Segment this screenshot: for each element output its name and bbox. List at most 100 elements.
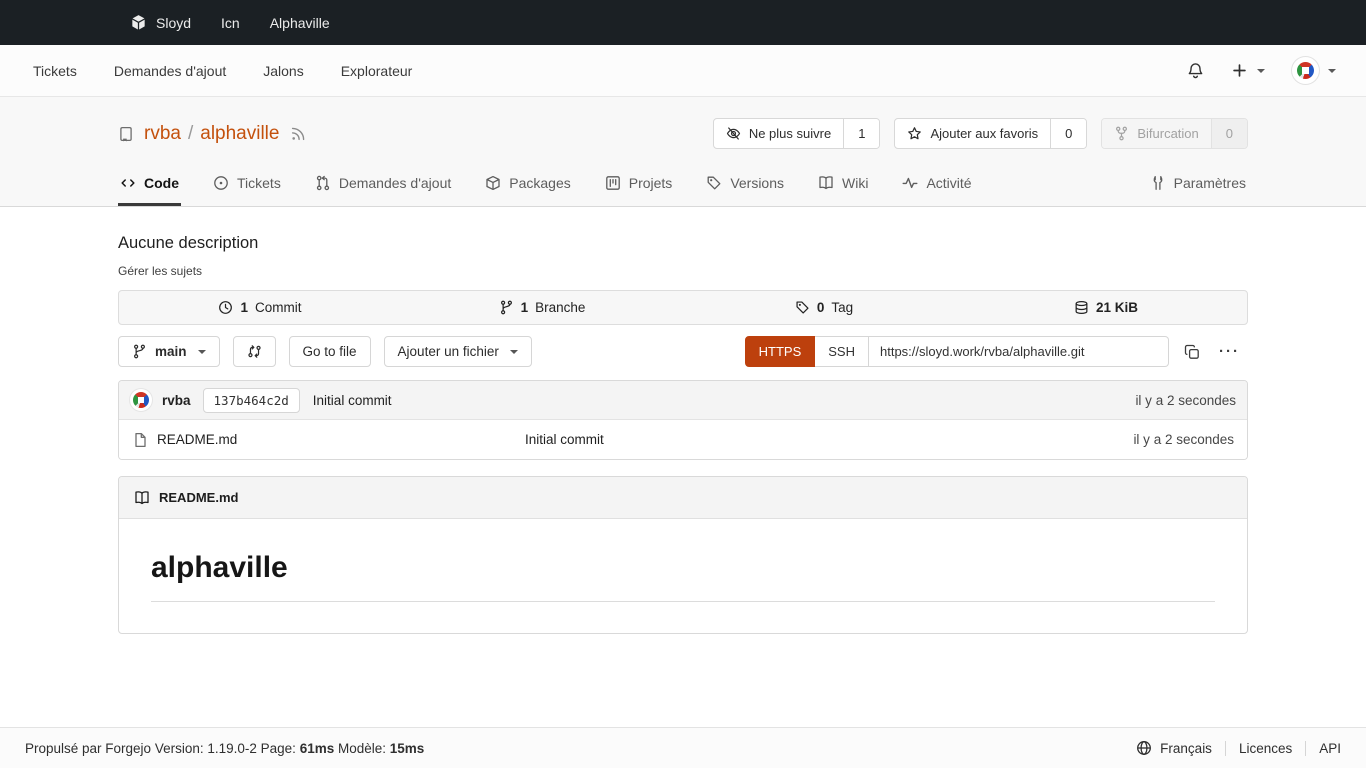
stat-branches[interactable]: 1 Branche xyxy=(401,300,683,315)
copy-url-button[interactable] xyxy=(1178,338,1206,366)
repo-tabs: Code Tickets Demandes d'ajout Packages P… xyxy=(118,164,1248,206)
footer-page-time: 61ms xyxy=(299,740,335,756)
latest-commit-row: rvba 137b464c2d Initial commit il y a 2 … xyxy=(119,381,1247,420)
branch-selector[interactable]: main xyxy=(118,336,220,367)
main-navbar: Tickets Demandes d'ajout Jalons Explorat… xyxy=(0,45,1366,97)
chevron-down-icon xyxy=(509,349,518,354)
repo-name-link[interactable]: alphaville xyxy=(200,123,279,145)
ssh-protocol-button[interactable]: SSH xyxy=(815,336,869,367)
file-commit-message[interactable]: Initial commit xyxy=(525,432,604,447)
compare-button[interactable] xyxy=(232,336,276,367)
fork-icon xyxy=(1114,126,1129,141)
topbar-link-alphaville[interactable]: Alphaville xyxy=(270,15,330,31)
site-topbar: Sloyd Icn Alphaville xyxy=(0,0,1366,45)
site-logo[interactable]: Sloyd xyxy=(130,14,191,31)
tab-activity[interactable]: Activité xyxy=(900,164,973,206)
repo-title-row: rvba / alphaville Ne plus suivre 1 Ajout… xyxy=(118,97,1248,149)
rss-icon[interactable] xyxy=(290,126,306,142)
commit-message[interactable]: Initial commit xyxy=(313,393,392,408)
licenses-link[interactable]: Licences xyxy=(1226,741,1305,756)
site-logo-label: Sloyd xyxy=(156,14,192,31)
https-protocol-button[interactable]: HTTPS xyxy=(744,336,816,367)
tab-pull-requests[interactable]: Demandes d'ajout xyxy=(313,164,453,206)
tools-icon xyxy=(1150,175,1166,191)
code-toolbar: main Go to file Ajouter un fichier HTTPS… xyxy=(118,336,1248,367)
copy-icon xyxy=(1184,344,1200,360)
topbar-link-icn[interactable]: Icn xyxy=(221,15,240,31)
user-menu-dropdown[interactable] xyxy=(1292,57,1336,84)
repo-action-buttons: Ne plus suivre 1 Ajouter aux favoris 0 B… xyxy=(712,118,1248,149)
readme-panel: README.md alphaville xyxy=(118,476,1248,634)
stars-count[interactable]: 0 xyxy=(1051,119,1087,148)
history-icon xyxy=(218,300,233,315)
repo-description: Aucune description xyxy=(118,234,259,252)
repo-owner-link[interactable]: rvba xyxy=(144,123,181,145)
file-icon xyxy=(132,432,148,448)
fork-label: Bifurcation xyxy=(1137,126,1199,141)
file-commit-time: il y a 2 secondes xyxy=(1133,432,1234,447)
nav-item-tickets[interactable]: Tickets xyxy=(33,63,77,79)
unwatch-label: Ne plus suivre xyxy=(748,126,832,141)
clone-panel: HTTPS SSH ··· xyxy=(744,336,1248,367)
tab-wiki[interactable]: Wiki xyxy=(816,164,870,206)
nav-item-jalons[interactable]: Jalons xyxy=(263,63,303,79)
branch-icon xyxy=(132,344,147,359)
fork-button: Bifurcation 0 xyxy=(1101,118,1248,149)
book-icon xyxy=(818,175,834,191)
add-file-dropdown[interactable]: Ajouter un fichier xyxy=(383,336,532,367)
chevron-down-icon xyxy=(1257,68,1265,73)
language-selector[interactable]: Français xyxy=(1123,740,1225,756)
code-icon xyxy=(120,175,136,191)
star-label: Ajouter aux favoris xyxy=(930,126,1039,141)
nav-item-demandes[interactable]: Demandes d'ajout xyxy=(114,63,226,79)
bell-icon xyxy=(1187,62,1204,79)
notifications-button[interactable] xyxy=(1187,62,1204,79)
page-footer: Propulsé par Forgejo Version: 1.19.0-2 P… xyxy=(0,727,1366,768)
readme-filename: README.md xyxy=(159,490,239,505)
database-icon xyxy=(1074,300,1089,315)
file-list-panel: rvba 137b464c2d Initial commit il y a 2 … xyxy=(118,380,1248,460)
tab-tickets[interactable]: Tickets xyxy=(211,164,283,206)
create-new-dropdown[interactable] xyxy=(1231,62,1265,79)
manage-topics-link[interactable]: Gérer les sujets xyxy=(118,264,1248,278)
footer-template-time: 15ms xyxy=(389,740,425,756)
sloyd-logo-icon xyxy=(130,14,147,31)
user-avatar xyxy=(1292,57,1319,84)
watchers-count[interactable]: 1 xyxy=(844,119,880,148)
repo-separator: / xyxy=(187,122,194,144)
commit-hash[interactable]: 137b464c2d xyxy=(202,387,300,413)
nav-item-explorateur[interactable]: Explorateur xyxy=(341,63,413,79)
table-row: README.md Initial commit il y a 2 second… xyxy=(119,420,1247,459)
tag-icon xyxy=(706,175,722,191)
clone-url-input[interactable] xyxy=(869,336,1169,367)
more-options-button[interactable]: ··· xyxy=(1211,339,1248,364)
chevron-down-icon xyxy=(197,349,206,354)
stat-commits[interactable]: 1 Commit xyxy=(119,300,401,315)
plus-icon xyxy=(1231,62,1248,79)
forks-count: 0 xyxy=(1211,119,1247,148)
file-name-link[interactable]: README.md xyxy=(157,432,525,447)
tab-releases[interactable]: Versions xyxy=(704,164,786,206)
star-button[interactable]: Ajouter aux favoris 0 xyxy=(894,118,1088,149)
pulse-icon xyxy=(902,175,918,191)
chevron-down-icon xyxy=(1328,68,1336,73)
unwatch-button[interactable]: Ne plus suivre 1 xyxy=(712,118,881,149)
commit-author-avatar[interactable] xyxy=(130,389,152,411)
tab-packages[interactable]: Packages xyxy=(483,164,572,206)
repo-icon xyxy=(118,126,134,142)
stat-size[interactable]: 21 KiB xyxy=(965,300,1247,315)
tab-code[interactable]: Code xyxy=(118,164,181,206)
footer-links: Français Licences API xyxy=(1123,740,1341,756)
project-icon xyxy=(605,175,621,191)
star-icon xyxy=(907,126,922,141)
goto-file-button[interactable]: Go to file xyxy=(288,336,371,367)
package-icon xyxy=(485,175,501,191)
stat-tags[interactable]: 0 Tag xyxy=(683,300,965,315)
repo-stats-bar: 1 Commit 1 Branche 0 Tag 21 KiB xyxy=(118,290,1248,325)
api-link[interactable]: API xyxy=(1306,741,1341,756)
commit-time: il y a 2 secondes xyxy=(1135,392,1236,408)
tab-projects[interactable]: Projets xyxy=(603,164,675,206)
compare-icon xyxy=(247,344,262,359)
commit-author-name[interactable]: rvba xyxy=(162,393,191,408)
tab-settings[interactable]: Paramètres xyxy=(1148,164,1248,206)
